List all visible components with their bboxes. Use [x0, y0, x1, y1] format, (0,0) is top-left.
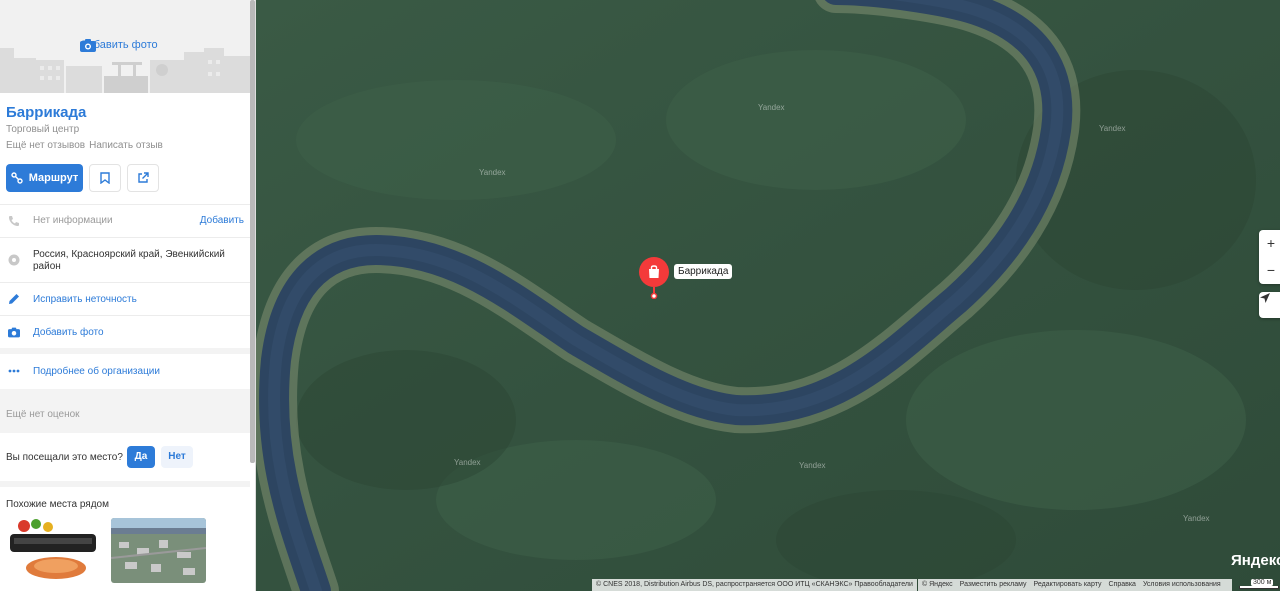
place-title: Баррикада [6, 104, 87, 121]
camera-icon [8, 327, 20, 338]
map-watermark: Yandex [1183, 514, 1210, 523]
more-info-row[interactable]: Подробнее об организации [0, 354, 250, 389]
edit-map-link[interactable]: Редактировать карту [1034, 581, 1102, 588]
map-watermark: Yandex [454, 458, 481, 467]
shopping-bag-marker-icon [639, 257, 669, 299]
scale-bar-line [1239, 586, 1279, 589]
phone-row: Нет информации Добавить [0, 204, 250, 237]
map-watermark: Yandex [479, 168, 506, 177]
add-photo-label: Добавить фото [33, 327, 104, 338]
similar-place-thumbnail[interactable] [111, 518, 206, 583]
food-photo [6, 518, 101, 583]
satellite-imagery [256, 0, 1280, 591]
ratings-block: Ещё нет оценок [0, 389, 250, 433]
phone-icon [9, 216, 19, 226]
location-icon [8, 254, 20, 266]
bookmark-icon [100, 172, 110, 184]
yandex-copyright-link[interactable]: © Яндекс [922, 581, 953, 588]
place-category: Торговый центр [6, 124, 80, 135]
map-watermark: Yandex [799, 461, 826, 470]
fix-label: Исправить неточность [33, 294, 137, 305]
address-row: Россия, Красноярский край, Эвенкийский р… [0, 237, 250, 282]
place-marker[interactable] [638, 257, 670, 299]
similar-places-title: Похожие места рядом [6, 499, 109, 510]
add-photo-row[interactable]: Добавить фото [0, 315, 250, 348]
help-link[interactable]: Справка [1108, 581, 1135, 588]
zoom-in-button[interactable]: + [1259, 230, 1280, 257]
reviews-line: Ещё нет отзывов Написать отзыв [6, 140, 167, 151]
add-phone-link[interactable]: Добавить [200, 215, 244, 226]
no-ratings-text: Ещё нет оценок [6, 409, 80, 420]
pencil-icon [9, 294, 19, 304]
route-button-label: Маршрут [28, 172, 79, 184]
copyright-text[interactable]: © CNES 2018, Distribution Airbus DS, рас… [592, 579, 917, 591]
map-watermark: Yandex [1099, 124, 1126, 133]
yandex-logo[interactable]: Яндекс [1231, 552, 1280, 569]
marker-label[interactable]: Баррикада [674, 264, 733, 279]
map-watermark: Yandex [758, 103, 785, 112]
advertise-link[interactable]: Разместить рекламу [960, 581, 1027, 588]
bookmark-button[interactable] [89, 164, 121, 192]
photo-banner[interactable]: Добавить фото [0, 0, 250, 93]
phone-text: Нет информации [33, 215, 113, 226]
similar-place-thumbnail[interactable] [6, 518, 101, 583]
fix-row[interactable]: Исправить неточность [0, 282, 250, 315]
share-icon [138, 172, 149, 183]
no-button[interactable]: Нет [161, 446, 193, 468]
address-text: Россия, Красноярский край, Эвенкийский р… [33, 249, 225, 272]
scale-bar: 300 м [1239, 579, 1280, 591]
sidebar-scrollbar[interactable] [250, 0, 255, 463]
add-photo-link[interactable]: Добавить фото [80, 39, 158, 52]
satellite-map[interactable]: Yandex Yandex Yandex Yandex Yandex Yande… [256, 0, 1280, 591]
zoom-out-button[interactable]: − [1259, 257, 1280, 284]
navigation-arrow-icon [1260, 293, 1270, 303]
scale-label: 300 м [1251, 579, 1274, 586]
town-aerial-photo [111, 518, 206, 583]
no-reviews-text: Ещё нет отзывов [6, 140, 86, 151]
route-button[interactable]: Маршрут [6, 164, 83, 192]
more-info-label: Подробнее об организации [33, 366, 160, 377]
visited-question: Вы посещали это место? [6, 452, 123, 463]
route-icon [11, 172, 23, 184]
share-button[interactable] [127, 164, 159, 192]
more-dots-icon [8, 369, 20, 373]
write-review-link[interactable]: Написать отзыв [89, 140, 163, 151]
divider [0, 481, 250, 487]
yes-button[interactable]: Да [127, 446, 155, 468]
geolocation-button[interactable] [1259, 292, 1280, 318]
camera-icon [80, 39, 96, 52]
map-footer-links: © Яндекс Разместить рекламу Редактировать … [918, 579, 1232, 591]
zoom-control: + − [1259, 230, 1280, 284]
place-card-panel: Добавить фото Баррикада Торговый центр Е… [0, 0, 256, 591]
terms-link[interactable]: Условия использования [1143, 581, 1221, 588]
